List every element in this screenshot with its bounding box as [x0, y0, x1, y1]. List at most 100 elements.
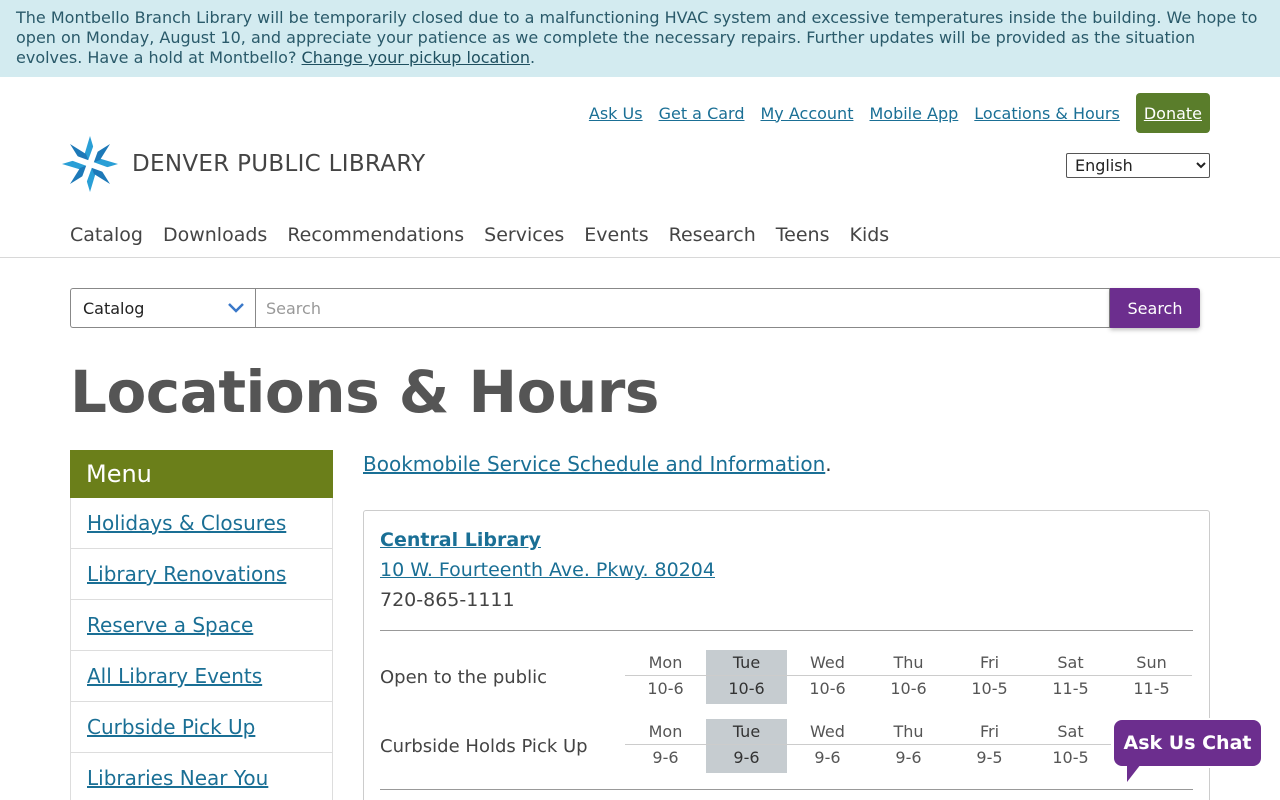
- menu-item-holidays: Holidays & Closures: [70, 498, 333, 549]
- day-hours: 10-6: [647, 679, 684, 698]
- day-col: Fri 9-5: [949, 719, 1030, 773]
- day-col: Sat 10-5: [1030, 719, 1111, 773]
- nav-item-recommendations[interactable]: Recommendations: [287, 224, 464, 246]
- my-account-link[interactable]: My Account: [761, 104, 854, 123]
- alert-end: .: [530, 48, 536, 67]
- alert-text: The Montbello Branch Library will be tem…: [16, 8, 1258, 67]
- location-address: 10 W. Fourteenth Ave. Pkwy. 80204: [380, 559, 1193, 581]
- day-name: Thu: [868, 719, 949, 745]
- logo-text: DENVER PUBLIC LIBRARY: [132, 151, 426, 177]
- day-name: Fri: [949, 650, 1030, 676]
- nav-divider: [0, 257, 1280, 258]
- hours-days: Mon 10-6 Tue 10-6 Wed 10-6 Thu 10-6 Fri 10-5 …: [625, 650, 1192, 704]
- nav-item-catalog[interactable]: Catalog: [70, 224, 143, 246]
- day-hours: 10-6: [809, 679, 846, 698]
- day-name: Tue: [706, 650, 787, 676]
- search-scope-select[interactable]: Catalog: [70, 288, 255, 328]
- location-address-link[interactable]: 10 W. Fourteenth Ave. Pkwy. 80204: [380, 559, 715, 581]
- search-scope-label: Catalog: [83, 298, 145, 318]
- day-hours: 11-5: [1052, 679, 1089, 698]
- day-hours: 9-6: [652, 748, 679, 767]
- day-hours: 10-6: [890, 679, 927, 698]
- hours-row-curbside: Curbside Holds Pick Up Mon 9-6 Tue 9-6 Wed…: [380, 719, 1193, 773]
- day-name: Sat: [1030, 719, 1111, 745]
- location-phone: 720-865-1111: [380, 589, 515, 611]
- hours-label: Open to the public: [380, 666, 548, 688]
- change-pickup-link[interactable]: Change your pickup location: [302, 48, 530, 67]
- menu-item-near-you: Libraries Near You: [70, 753, 333, 800]
- ask-us-chat-button[interactable]: Ask Us Chat: [1112, 718, 1263, 768]
- day-name: Mon: [625, 719, 706, 745]
- get-card-link[interactable]: Get a Card: [659, 104, 745, 123]
- day-hours: 9-6: [814, 748, 841, 767]
- location-card: Central Library 10 W. Fourteenth Ave. Pk…: [363, 510, 1210, 800]
- search-button[interactable]: Search: [1110, 288, 1200, 328]
- locations-hours-link[interactable]: Locations & Hours: [974, 104, 1120, 123]
- chat-bubble-tail: [1127, 764, 1141, 782]
- day-name: Wed: [787, 650, 868, 676]
- nav-item-research[interactable]: Research: [669, 224, 756, 246]
- menu-item-all-events: All Library Events: [70, 651, 333, 702]
- chevron-down-icon: [228, 303, 244, 313]
- day-col-today: Tue 9-6: [706, 719, 787, 773]
- day-col: Wed 10-6: [787, 650, 868, 704]
- day-col: Mon 9-6: [625, 719, 706, 773]
- ask-us-link[interactable]: Ask Us: [589, 104, 643, 123]
- language-select[interactable]: English: [1066, 153, 1210, 178]
- day-col: Mon 10-6: [625, 650, 706, 704]
- menu-link-all-events[interactable]: All Library Events: [87, 664, 262, 688]
- mobile-app-link[interactable]: Mobile App: [869, 104, 958, 123]
- hours-label: Curbside Holds Pick Up: [380, 735, 588, 757]
- menu-link-holidays[interactable]: Holidays & Closures: [87, 511, 286, 535]
- day-hours: 10-5: [1052, 748, 1089, 767]
- day-hours: 9-6: [733, 748, 760, 767]
- nav-item-events[interactable]: Events: [584, 224, 648, 246]
- day-col: Thu 9-6: [868, 719, 949, 773]
- menu-link-curbside[interactable]: Curbside Pick Up: [87, 715, 255, 739]
- day-col: Thu 10-6: [868, 650, 949, 704]
- location-name: Central Library: [380, 529, 1193, 551]
- nav-item-downloads[interactable]: Downloads: [163, 224, 267, 246]
- bookmobile-link[interactable]: Bookmobile Service Schedule and Informat…: [363, 452, 825, 476]
- card-divider: [380, 630, 1193, 631]
- hours-row-public: Open to the public Mon 10-6 Tue 10-6 Wed 10…: [380, 650, 1193, 704]
- page-title: Locations & Hours: [70, 358, 659, 426]
- utility-nav: Ask Us Get a Card My Account Mobile App …: [589, 93, 1210, 133]
- menu-heading: Menu: [70, 450, 333, 498]
- nav-item-teens[interactable]: Teens: [776, 224, 830, 246]
- card-divider-bottom: [380, 789, 1193, 790]
- menu-item-reserve-space: Reserve a Space: [70, 600, 333, 651]
- search-bar: Catalog Search Search: [70, 288, 1200, 328]
- menu-item-renovations: Library Renovations: [70, 549, 333, 600]
- sidebar-menu: Menu Holidays & Closures Library Renovat…: [70, 450, 333, 800]
- day-hours: 10-5: [971, 679, 1008, 698]
- location-name-link[interactable]: Central Library: [380, 529, 541, 551]
- nav-item-kids[interactable]: Kids: [850, 224, 890, 246]
- search-input[interactable]: Search: [255, 288, 1110, 328]
- menu-link-renovations[interactable]: Library Renovations: [87, 562, 286, 586]
- day-name: Sat: [1030, 650, 1111, 676]
- day-col: Sun 11-5: [1111, 650, 1192, 704]
- day-col: Wed 9-6: [787, 719, 868, 773]
- menu-link-reserve-space[interactable]: Reserve a Space: [87, 613, 253, 637]
- day-name: Wed: [787, 719, 868, 745]
- day-col: Fri 10-5: [949, 650, 1030, 704]
- bookmobile-end: .: [825, 452, 832, 476]
- day-name: Mon: [625, 650, 706, 676]
- bookmobile-line: Bookmobile Service Schedule and Informat…: [363, 452, 832, 476]
- hours-days: Mon 9-6 Tue 9-6 Wed 9-6 Thu 9-6 Fri 9-5 Sat 10…: [625, 719, 1111, 773]
- day-col-today: Tue 10-6: [706, 650, 787, 704]
- nav-item-services[interactable]: Services: [484, 224, 564, 246]
- site-logo[interactable]: DENVER PUBLIC LIBRARY: [60, 134, 425, 194]
- day-hours: 10-6: [728, 679, 765, 698]
- day-col: Sat 11-5: [1030, 650, 1111, 704]
- day-hours: 11-5: [1133, 679, 1170, 698]
- menu-link-near-you[interactable]: Libraries Near You: [87, 766, 268, 790]
- day-name: Sun: [1111, 650, 1192, 676]
- main-nav: Catalog Downloads Recommendations Servic…: [70, 224, 889, 246]
- day-name: Tue: [706, 719, 787, 745]
- day-name: Fri: [949, 719, 1030, 745]
- day-name: Thu: [868, 650, 949, 676]
- donate-button[interactable]: Donate: [1135, 93, 1210, 133]
- day-hours: 9-6: [895, 748, 922, 767]
